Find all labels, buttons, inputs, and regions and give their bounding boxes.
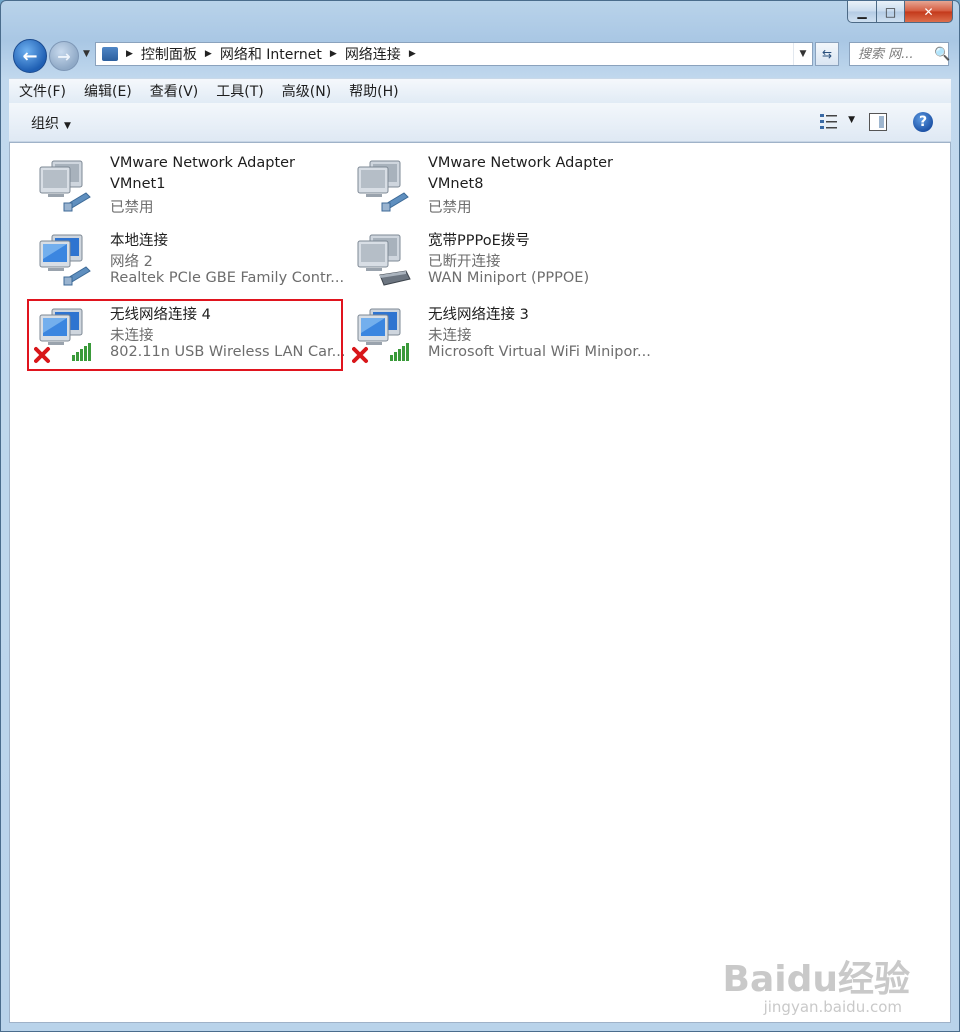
connection-device: Realtek PCIe GBE Family Contr... [110, 270, 345, 286]
chevron-right-icon[interactable]: ▶ [409, 49, 416, 59]
arrow-left-icon: ← [22, 45, 38, 67]
menu-bar: 文件(F) 编辑(E) 查看(V) 工具(T) 高级(N) 帮助(H) [9, 78, 951, 104]
connection-name-line2: VMnet8 [428, 176, 484, 192]
arrow-right-icon: → [57, 46, 71, 66]
search-box[interactable]: 🔍 [849, 42, 950, 66]
connection-device: WAN Miniport (PPPOE) [428, 270, 590, 286]
connection-status: 已断开连接 [428, 254, 501, 270]
connection-item-wireless-3[interactable]: 无线网络连接 3 未连接 Microsoft Virtual WiFi Mini… [346, 299, 664, 369]
connection-name: 无线网络连接 3 [428, 307, 529, 323]
menu-tools[interactable]: 工具(T) [206, 81, 271, 101]
modem-adapter-icon [357, 234, 411, 286]
address-dropdown-button[interactable]: ▼ [793, 43, 812, 65]
baidu-watermark: Baidu经验 [722, 959, 910, 1000]
menu-help[interactable]: 帮助(H) [339, 81, 406, 101]
connection-name: 本地连接 [110, 233, 168, 249]
preview-pane-button[interactable] [869, 113, 887, 131]
menu-edit[interactable]: 编辑(E) [74, 81, 140, 101]
connections-list: VMware Network Adapter VMnet1 已禁用 VMware… [9, 142, 951, 1023]
connection-device: Microsoft Virtual WiFi Minipor... [428, 344, 651, 360]
organize-button[interactable]: 组织 ▼ [31, 113, 71, 133]
search-icon[interactable]: 🔍 [934, 47, 950, 62]
chevron-right-icon[interactable]: ▶ [126, 49, 133, 59]
help-icon: ? [918, 114, 928, 130]
command-bar: 组织 ▼ ▼ ? [9, 103, 951, 142]
connection-name-line2: VMnet1 [110, 176, 166, 192]
ethernet-adapter-icon [39, 234, 91, 286]
back-button[interactable]: ← [13, 39, 47, 73]
watermark-url: jingyan.baidu.com [763, 998, 902, 1016]
refresh-icon: ⇆ [821, 47, 833, 61]
minimize-button[interactable]: ▁ [847, 1, 877, 23]
connection-item-pppoe[interactable]: 宽带PPPoE拨号 已断开连接 WAN Miniport (PPPOE) [346, 225, 664, 295]
connection-name: VMware Network Adapter [428, 155, 614, 171]
help-button[interactable]: ? [913, 112, 933, 132]
network-adapter-icon [357, 160, 409, 212]
chevron-right-icon[interactable]: ▶ [205, 49, 212, 59]
explorer-window: ▁ □ ✕ ← → ▼ ▶ 控制面板 ▶ 网络和 Internet ▶ 网络连接… [0, 0, 960, 1032]
search-input[interactable] [856, 45, 934, 63]
address-bar[interactable]: ▶ 控制面板 ▶ 网络和 Internet ▶ 网络连接 ▶ ▼ [95, 42, 813, 66]
connection-status: 未连接 [428, 328, 472, 344]
refresh-button[interactable]: ⇆ [815, 42, 839, 66]
chevron-right-icon[interactable]: ▶ [330, 49, 337, 59]
close-button[interactable]: ✕ [905, 1, 953, 23]
connection-item-local-area[interactable]: 本地连接 网络 2 Realtek PCIe GBE Family Contr.… [28, 225, 346, 295]
network-adapter-icon [39, 160, 91, 212]
connection-item-vmnet1[interactable]: VMware Network Adapter VMnet1 已禁用 [28, 151, 346, 221]
connection-status: 已禁用 [110, 200, 154, 216]
maximize-button[interactable]: □ [877, 1, 905, 23]
menu-advanced[interactable]: 高级(N) [272, 81, 339, 101]
recent-pages-dropdown[interactable]: ▼ [83, 49, 90, 59]
caption-buttons: ▁ □ ✕ [847, 1, 953, 23]
menu-file[interactable]: 文件(F) [9, 81, 74, 101]
view-options-dropdown[interactable]: ▼ [848, 115, 855, 125]
connection-network: 网络 2 [110, 254, 153, 270]
connection-name: VMware Network Adapter [110, 155, 296, 171]
control-panel-icon [102, 47, 118, 61]
breadcrumb-item[interactable]: 控制面板 [141, 44, 197, 64]
breadcrumb-item[interactable]: 网络和 Internet [220, 44, 322, 64]
chevron-down-icon: ▼ [64, 121, 71, 131]
menu-view[interactable]: 查看(V) [140, 81, 207, 101]
organize-label: 组织 [31, 116, 59, 132]
red-highlight-box [27, 299, 343, 371]
connection-status: 已禁用 [428, 200, 472, 216]
breadcrumb-item[interactable]: 网络连接 [345, 44, 401, 64]
wireless-adapter-icon [352, 308, 409, 363]
connection-item-vmnet8[interactable]: VMware Network Adapter VMnet8 已禁用 [346, 151, 664, 221]
connection-name: 宽带PPPoE拨号 [428, 233, 530, 249]
navigation-bar: ← → ▼ ▶ 控制面板 ▶ 网络和 Internet ▶ 网络连接 ▶ ▼ ⇆… [11, 37, 950, 75]
forward-button[interactable]: → [49, 41, 79, 71]
change-view-icon[interactable] [819, 113, 839, 131]
